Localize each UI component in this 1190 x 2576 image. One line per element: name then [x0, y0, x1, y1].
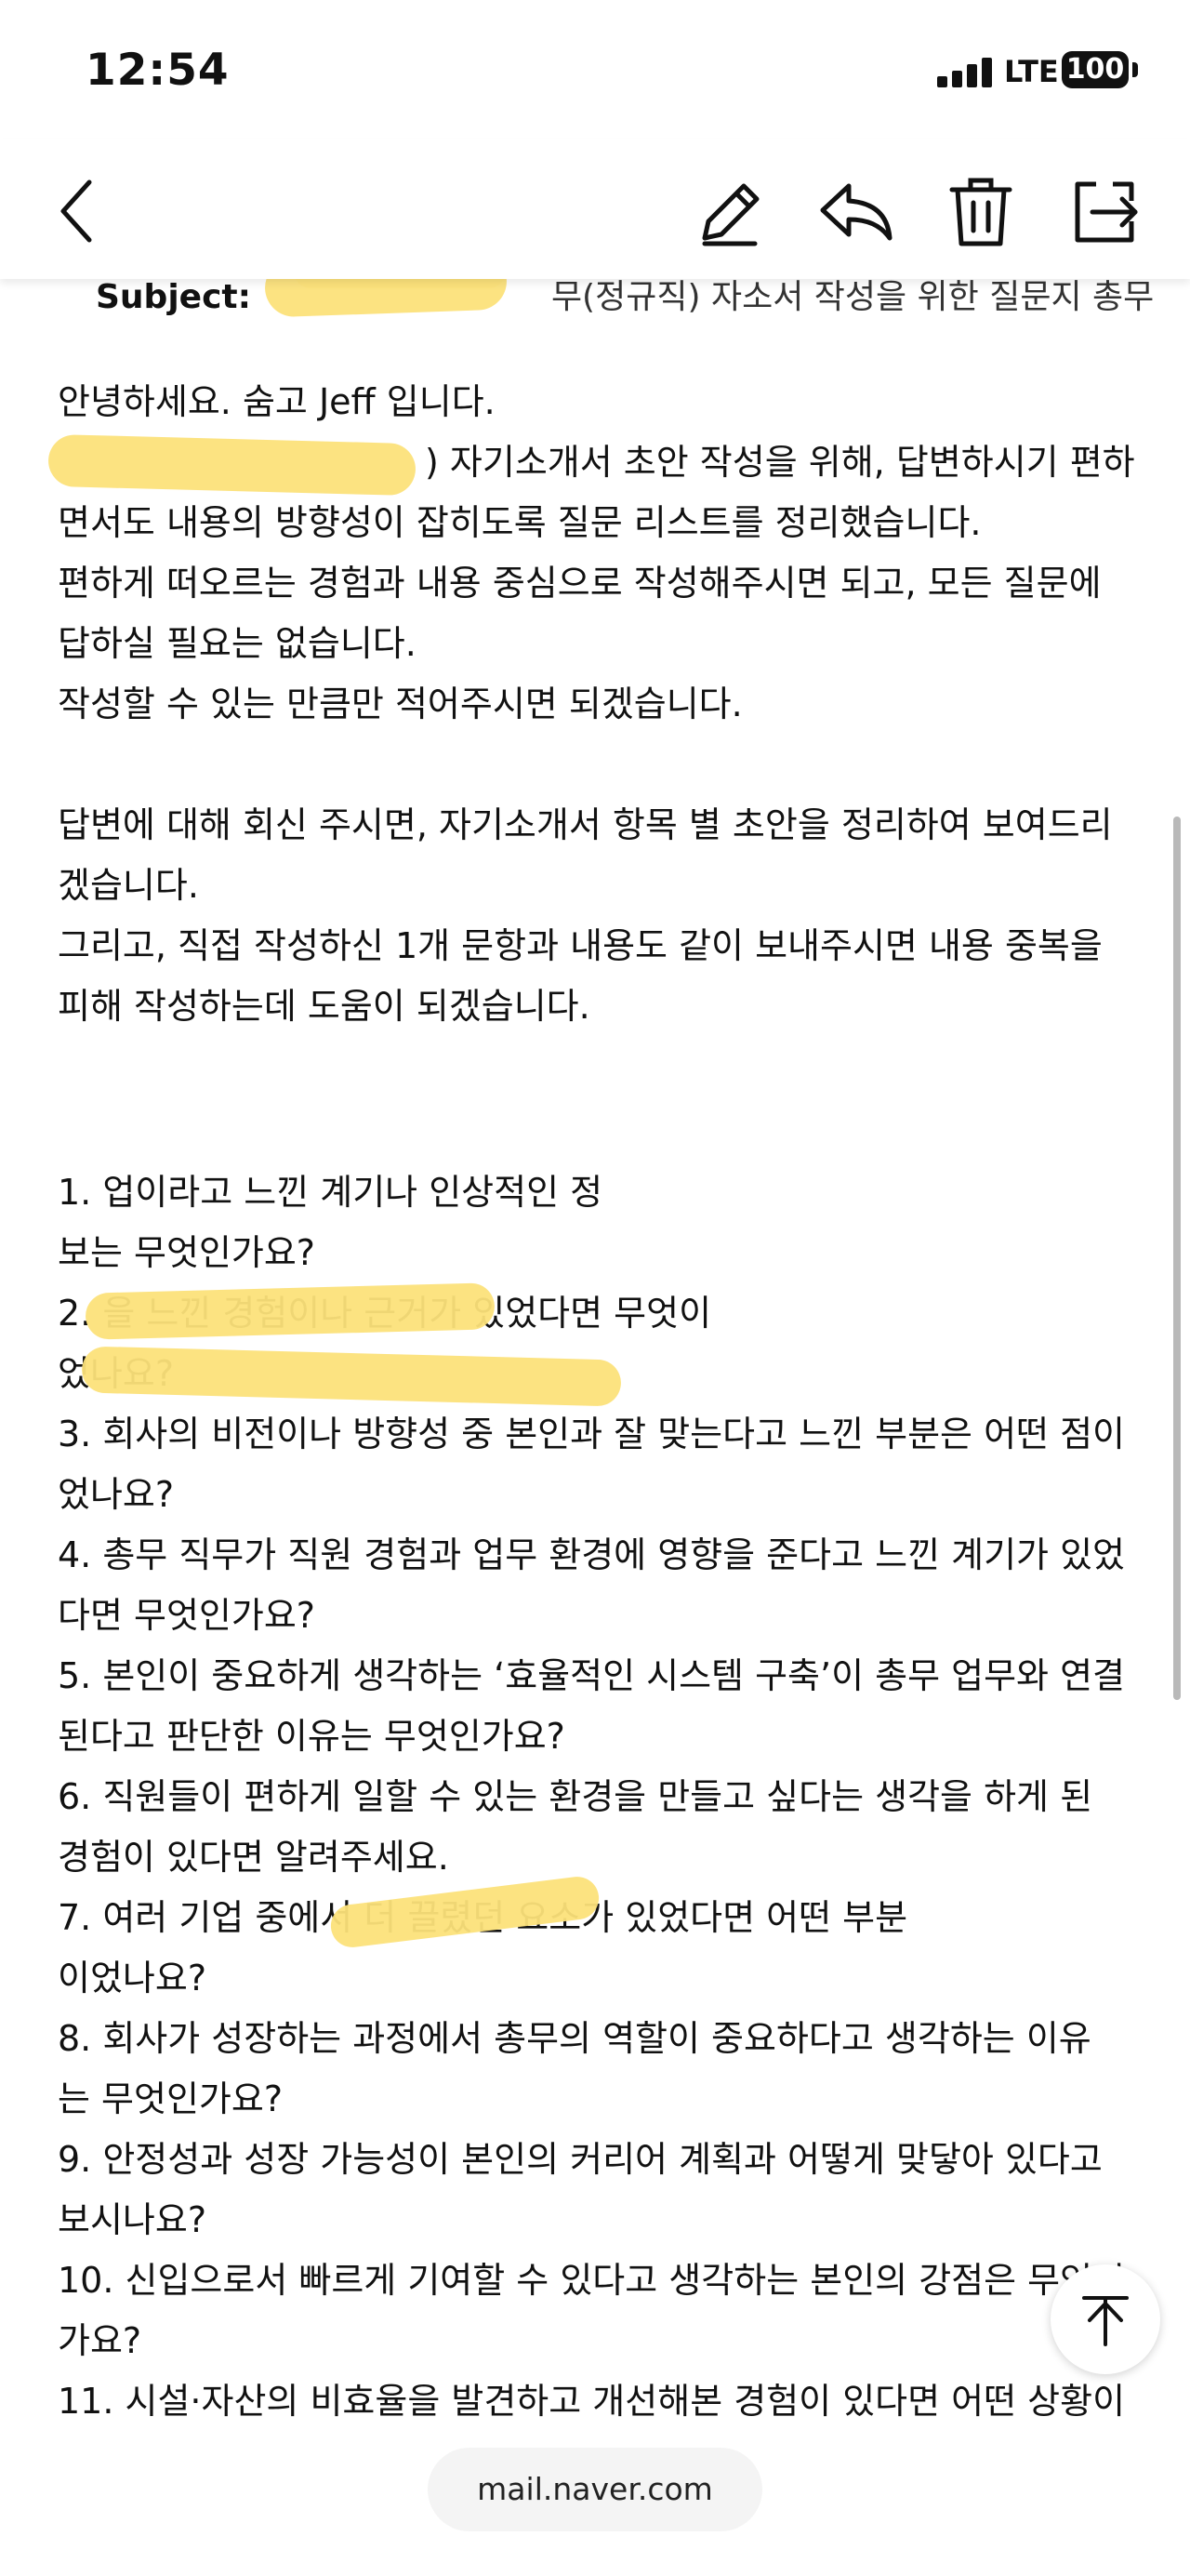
move-button[interactable] — [1064, 169, 1148, 253]
redaction-mark — [293, 279, 507, 288]
question-line: 1. 업이라고 느낀 계기나 인상적인 정 — [58, 1172, 603, 1213]
scroll-top-button[interactable] — [1051, 2264, 1160, 2374]
battery-cap — [1132, 62, 1138, 77]
mail-body: Subject: 무(정규직) 자소서 작성을 위한 질문지 총무 안녕하세요.… — [0, 279, 1190, 2418]
url-field[interactable]: mail.naver.com — [428, 2448, 762, 2531]
body-line: 피해 작성하는데 도움이 되겠습니다. — [58, 986, 590, 1027]
question-line: 10. 신입으로서 빠르게 기여할 수 있다고 생각하는 본인의 강점은 무엇인 — [58, 2260, 1126, 2301]
status-bar: 12:54 LTE 100 — [0, 0, 1190, 139]
chevron-left-icon — [60, 179, 92, 243]
network-type: LTE — [1004, 54, 1059, 89]
status-time: 12:54 — [86, 45, 230, 96]
question-line: 6. 직원들이 편하게 일할 수 있는 환경을 만들고 싶다는 생각을 하게 된 — [58, 1776, 1093, 1817]
body-line: 면서도 내용의 방향성이 잡히도록 질문 리스트를 정리했습니다. — [58, 502, 982, 543]
subject-line: Subject: 무(정규직) 자소서 작성을 위한 질문지 총무 — [96, 279, 1154, 318]
battery-icon: 100 — [1062, 51, 1129, 88]
question-line: 이었나요? — [58, 1958, 207, 1998]
back-button[interactable] — [37, 169, 121, 253]
question-line: 9. 안정성과 성장 가능성이 본인의 커리어 계획과 어떻게 맞닿아 있다고 — [58, 2139, 1103, 2180]
subject-label: Subject: — [96, 279, 252, 316]
pencil-icon — [702, 183, 760, 246]
body-line: 안녕하세요. 숨고 Jeff 입니다. — [58, 381, 496, 422]
question-line: 보시나요? — [58, 2199, 207, 2240]
question-line: 11. 시설·자산의 비효율을 발견하고 개선해본 경험이 있다면 어떤 상황이 — [58, 2381, 1126, 2418]
body-line: 편하게 떠오르는 경험과 내용 중심으로 작성해주시면 되고, 모든 질문에 — [58, 563, 1102, 604]
browser-bottom-bar: mail.naver.com — [0, 2418, 1190, 2576]
question-line: 다면 무엇인가요? — [58, 1595, 315, 1636]
question-line: 가요? — [58, 2320, 142, 2361]
delete-button[interactable] — [939, 169, 1023, 253]
edit-button[interactable] — [688, 169, 772, 253]
trash-icon — [949, 178, 1012, 246]
body-line: 답하실 필요는 없습니다. — [58, 623, 416, 664]
question-line: 된다고 판단한 이유는 무엇인가요? — [58, 1716, 565, 1757]
mail-toolbar — [0, 139, 1190, 279]
followup-paragraph: 답변에 대해 회신 주시면, 자기소개서 항목 별 초안을 정리하여 보여드리 … — [58, 795, 1136, 1037]
reply-button[interactable] — [813, 169, 897, 253]
body-line-text: ) 자기소개서 초안 작성을 위해, 답변하시기 편하 — [425, 442, 1135, 483]
move-folder-icon — [1075, 181, 1138, 243]
redaction-mark — [47, 433, 416, 497]
body-line: 그리고, 직접 작성하신 1개 문항과 내용도 같이 보내주시면 내용 중복을 — [58, 925, 1103, 966]
body-line: 겠습니다. — [58, 865, 199, 906]
question-line: 었나요? — [58, 1474, 175, 1515]
arrow-up-icon — [1082, 2296, 1129, 2346]
question-line: 경험이 있다면 알려주세요. — [58, 1837, 449, 1878]
body-line: 답변에 대해 회신 주시면, 자기소개서 항목 별 초안을 정리하여 보여드리 — [58, 804, 1113, 845]
question-line: 8. 회사가 성장하는 과정에서 총무의 역할이 중요하다고 생각하는 이유 — [58, 2018, 1091, 2059]
intro-paragraph: 안녕하세요. 숨고 Jeff 입니다. ) 자기소개서 초안 작성을 위해, 답… — [58, 372, 1136, 735]
question-line: 는 무엇인가요? — [58, 2078, 284, 2119]
signal-icon — [937, 56, 997, 87]
question-line: 보는 무엇인가요? — [58, 1232, 315, 1273]
question-line: 3. 회사의 비전이나 방향성 중 본인과 잘 맞는다고 느낀 부분은 어떤 점… — [58, 1414, 1126, 1454]
scrollbar[interactable] — [1173, 817, 1181, 1700]
question-line: 4. 총무 직무가 직원 경험과 업무 환경에 영향을 준다고 느낀 계기가 있… — [58, 1534, 1126, 1575]
subject-text: 무(정규직) 자소서 작성을 위한 질문지 총무 — [550, 279, 1155, 316]
question-line: 5. 본인이 중요하게 생각하는 ‘효율적인 시스템 구축’이 총무 업무와 연… — [58, 1655, 1126, 1696]
body-line: 작성할 수 있는 만큼만 적어주시면 되겠습니다. — [58, 684, 743, 724]
reply-icon — [820, 183, 892, 241]
